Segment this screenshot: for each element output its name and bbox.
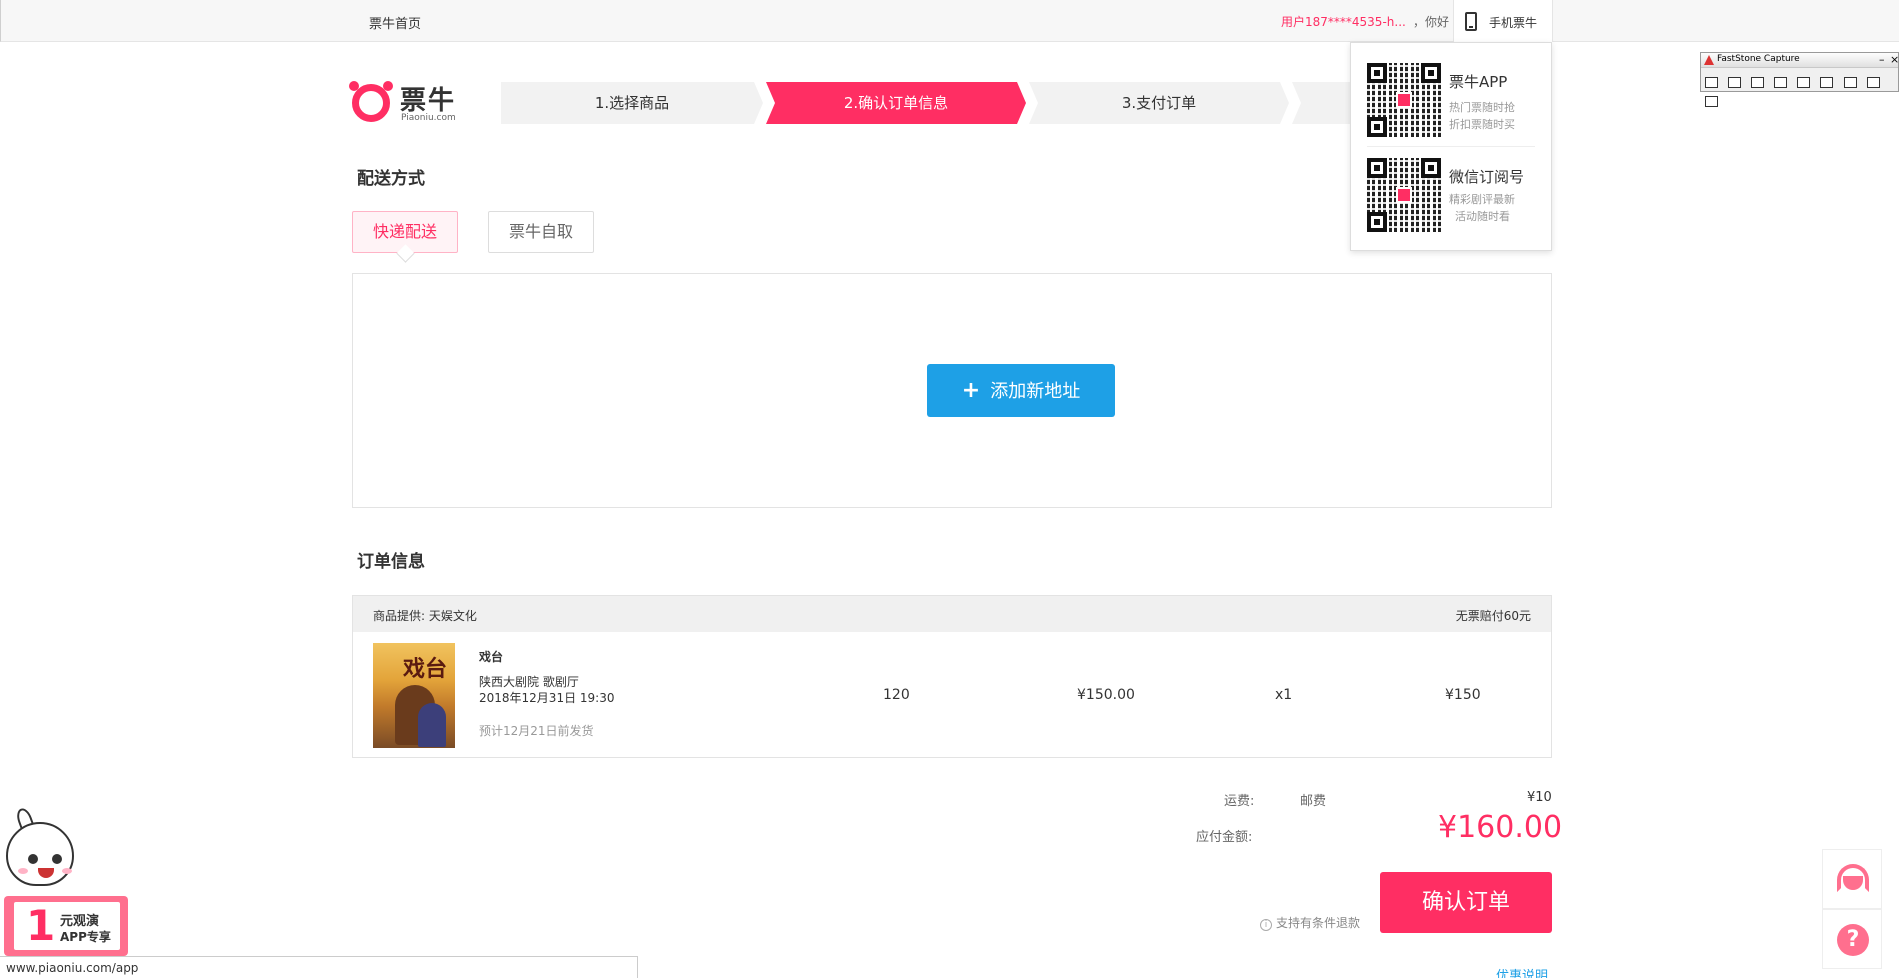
app-qr-code-icon <box>1367 63 1441 137</box>
supplier-text: 商品提供: 天娱文化 <box>373 609 477 623</box>
product-name: 戏台 <box>479 650 504 664</box>
app-download-row: 票牛APP 热门票随时抢 折扣票随时买 <box>1367 63 1537 139</box>
order-table: 商品提供: 天娱文化 无票赔付60元 戏台 戏台 陕西大剧院 歌剧厅 2018年… <box>352 595 1552 758</box>
shipping-fee: ¥10 <box>1527 790 1552 805</box>
app-promo-badge[interactable]: 1 元观演 APP专享 <box>0 806 140 958</box>
refund-note: i 支持有条件退款 <box>1260 914 1360 931</box>
refund-note-text: 支持有条件退款 <box>1276 916 1361 930</box>
promo-card: 1 元观演 APP专享 <box>4 896 128 956</box>
greeting-text: ，你好 <box>1413 15 1450 29</box>
logo-domain: Piaoniu.com <box>401 113 456 123</box>
help-button[interactable]: ? <box>1822 909 1882 969</box>
minimize-icon[interactable]: – <box>1879 53 1885 66</box>
wechat-subtitle: 精彩剧评最新 活动随时看 <box>1449 193 1515 223</box>
tab-express-delivery[interactable]: 快递配送 <box>352 211 458 253</box>
capture-freehand-icon[interactable] <box>1774 77 1788 88</box>
confirm-order-button[interactable]: 确认订单 <box>1380 872 1552 933</box>
product-venue: 陕西大剧院 歌剧厅 <box>479 675 579 689</box>
mobile-app-label: 手机票牛 <box>1489 16 1538 30</box>
plus-icon: + <box>961 378 981 403</box>
faststone-titlebar[interactable]: FastStone Capture – × <box>1701 53 1899 68</box>
promo-line2: APP专享 <box>60 930 111 944</box>
faststone-title: FastStone Capture <box>1717 54 1800 64</box>
step-pay-order: 3.支付订单 <box>1029 82 1289 124</box>
tab-self-pickup[interactable]: 票牛自取 <box>488 211 594 253</box>
screen-record-icon[interactable] <box>1866 77 1880 88</box>
discount-info-link[interactable]: 优惠说明 <box>1496 965 1548 978</box>
user-account-link[interactable]: 用户187****4535-h... <box>1281 13 1406 30</box>
faststone-capture-toolbar[interactable]: FastStone Capture – × <box>1700 52 1899 107</box>
status-bar-url: www.piaoniu.com/app <box>0 956 638 978</box>
unit-price: ¥150.00 <box>1077 687 1135 703</box>
question-mark-icon: ? <box>1837 924 1869 956</box>
item-subtotal: ¥150 <box>1445 687 1481 703</box>
logo-name: 票牛 <box>400 86 457 116</box>
product-datetime: 2018年12月31日 19:30 <box>479 691 615 705</box>
home-link[interactable]: 票牛首页 <box>369 13 421 32</box>
promo-number: 1 <box>26 901 56 950</box>
step-select-product: 1.选择商品 <box>501 82 763 124</box>
delivery-heading: 配送方式 <box>357 169 425 189</box>
ticket-area: 120 <box>883 687 910 703</box>
compensation-text: 无票赔付60元 <box>1455 609 1531 623</box>
wechat-title: 微信订阅号 <box>1449 168 1525 186</box>
add-address-button[interactable]: + 添加新地址 <box>927 364 1115 417</box>
amount-due-value: ¥160.00 <box>1438 810 1563 845</box>
site-logo[interactable]: 票牛 Piaoniu.com <box>349 80 462 126</box>
mascot-icon <box>6 822 74 886</box>
info-icon: i <box>1260 919 1272 931</box>
step-confirm-order: 2.确认订单信息 <box>766 82 1026 124</box>
logo-mark-icon <box>349 81 393 122</box>
capture-object-icon[interactable] <box>1728 77 1742 88</box>
capture-scrolling-icon[interactable] <box>1820 77 1834 88</box>
capture-fixed-region-icon[interactable] <box>1843 77 1857 88</box>
customer-service-button[interactable] <box>1822 849 1882 909</box>
faststone-tools <box>1705 73 1898 111</box>
shipping-label: 运费: <box>1224 794 1255 809</box>
mobile-app-popup: 票牛APP 热门票随时抢 折扣票随时买 微信订阅号 精彩剧评最新 活动随时看 <box>1350 42 1552 251</box>
order-heading: 订单信息 <box>357 552 425 572</box>
faststone-logo-icon <box>1704 55 1714 65</box>
app-subtitle: 热门票随时抢 折扣票随时买 <box>1449 101 1515 131</box>
show-poster-image: 戏台 <box>373 643 455 748</box>
top-nav-bar: 票牛首页 用户187****4535-h... ，你好 手机票牛 <box>0 0 1899 42</box>
mobile-app-menu[interactable]: 手机票牛 <box>1453 0 1553 42</box>
phone-icon <box>1465 12 1477 31</box>
capture-fullscreen-icon[interactable] <box>1797 77 1811 88</box>
app-title: 票牛APP <box>1449 73 1508 91</box>
quantity: x1 <box>1275 687 1293 703</box>
amount-due-label: 应付金额: <box>1196 830 1253 845</box>
wechat-qr-code-icon <box>1367 158 1441 232</box>
wechat-row: 微信订阅号 精彩剧评最新 活动随时看 <box>1367 158 1537 234</box>
capture-rectangle-icon[interactable] <box>1751 77 1765 88</box>
close-icon[interactable]: × <box>1890 53 1899 66</box>
shipping-type: 邮费 <box>1300 794 1327 809</box>
headset-icon <box>1837 864 1869 892</box>
promo-line1: 元观演 <box>60 914 100 929</box>
ship-estimate: 预计12月21日前发货 <box>479 724 594 738</box>
output-settings-icon[interactable] <box>1705 96 1718 107</box>
capture-window-icon[interactable] <box>1705 77 1718 88</box>
order-table-header: 商品提供: 天娱文化 无票赔付60元 <box>353 596 1551 632</box>
popup-divider <box>1367 146 1535 147</box>
add-address-label: 添加新地址 <box>990 381 1081 402</box>
